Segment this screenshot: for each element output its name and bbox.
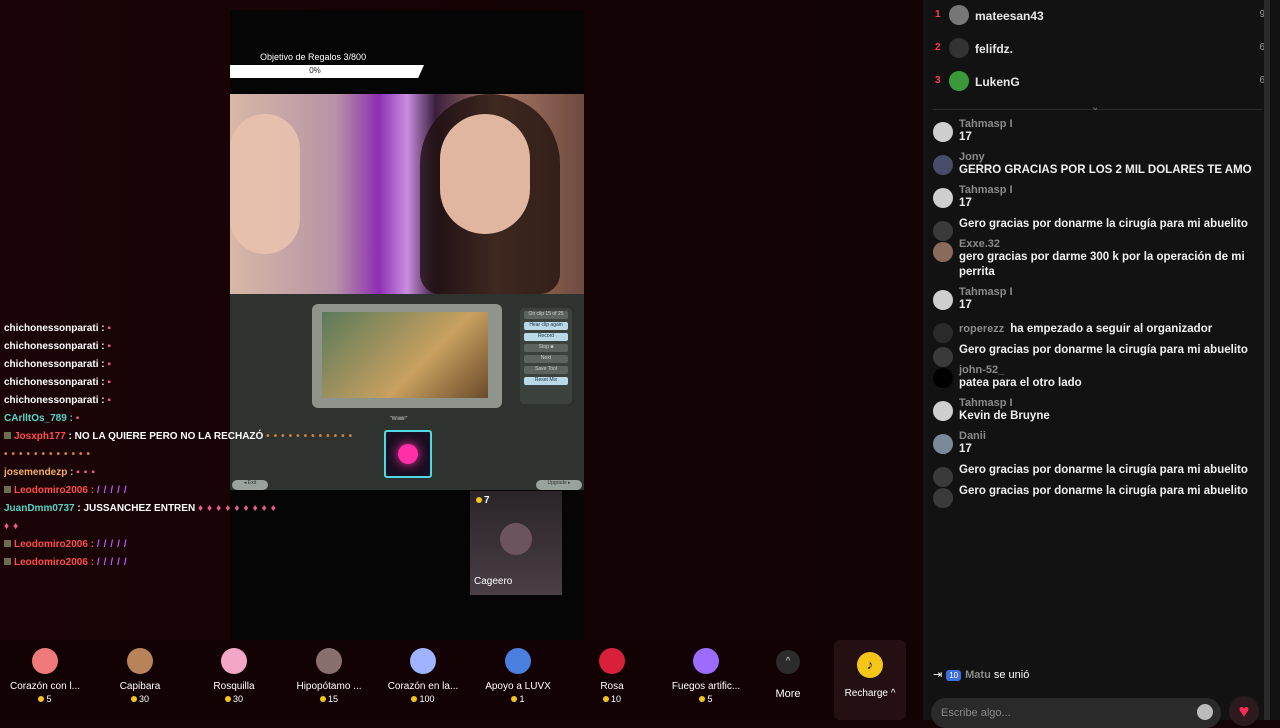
follow-icon [933,323,953,343]
chat-message: Gero gracias por donarme la cirugía para… [931,217,1276,241]
tiktok-coin-icon: ♪ [857,652,883,678]
person-right [440,114,530,234]
gift-icon [599,648,625,674]
gift-item[interactable]: Fuegos artific... 5 [661,648,751,704]
gift-item[interactable]: Capibara 30 [95,648,185,704]
overlay-chat-row: chichonessonparati : ▪ [4,323,115,334]
avatar [933,488,953,508]
heart-icon[interactable]: ♥ [1229,696,1259,726]
chat-message: Gero gracias por donarme la cirugía para… [931,343,1276,367]
avatar [933,401,953,421]
join-notice: ⇥ 10 Matu se unió [933,669,1030,681]
overlay-chat: chichonessonparati : ▪ chichonessonparat… [4,320,364,572]
overlay-chat-row: Leodomiro2006 : ///// [4,554,364,572]
gift-icon [127,648,153,674]
overlay-chat-row: ♦♦ [4,521,23,532]
gift-item[interactable]: Rosquilla 30 [189,648,279,704]
avatar [933,290,953,310]
emoji-icon[interactable] [1197,704,1213,720]
gift-goal-title: Objetivo de Regalos 3/800 [260,52,367,62]
game-clip-counter: On clip 15 of 25 [524,311,568,319]
chevron-down-icon[interactable]: ⌄ [1091,102,1099,113]
chat-message: Gero gracias por donarme la cirugía para… [931,484,1276,508]
game-control-panel: On clip 15 of 25 Hear clip again Record … [520,308,572,404]
game-wave-label: "Wiiiiiii!" [390,416,408,422]
avatar [933,242,953,262]
avatar [949,5,969,25]
ranking-row[interactable]: 3 LukenG 6 [935,69,1265,93]
chevron-up-icon: ^ [776,650,800,674]
chat-message: john-52_ patea para el otro lado [931,364,1276,391]
gift-item[interactable]: Corazón con l... 5 [0,648,90,704]
game-upgrade-button: Upgrade ▸ [536,480,582,490]
avatar [933,434,953,454]
cohost-avatar [500,523,532,555]
chat-message: Danii 17 [931,430,1276,457]
coin-icon [476,497,482,503]
avatar [933,188,953,208]
chat-list: Tahmasp I 17 Jony GERRO GRACIAS POR LOS 2 … [931,118,1276,688]
chat-sidebar: 1 mateesan43 9 2 felifdz. 6 3 LukenG 6 ⌄ Tahma… [923,0,1280,728]
webcam-feed [230,94,584,294]
gift-item[interactable]: Corazón en la... 100 [378,648,468,704]
chat-message: Exxe.32 gero gracias por darme 300 k por … [931,238,1276,280]
overlay-chat-row: CArlltOs_789 : ▪ [4,413,84,424]
ranking-row[interactable]: 2 felifdz. 6 [935,36,1265,60]
level-badge: 10 [946,670,962,681]
game-stop-button: Stop ■ [524,344,568,352]
game-record-button: Record [524,333,568,341]
more-gifts-button[interactable]: ^ More [772,650,804,700]
gift-icon [32,648,58,674]
gift-icon [316,648,342,674]
stream-area: Objetivo de Regalos 3/800 0% On clip 15 … [0,0,920,640]
game-waveform [384,430,432,478]
recharge-button[interactable]: ♪ Recharge ^ [834,640,906,720]
cohost-tile[interactable]: 7 Cageero [470,491,562,595]
gift-bar: Corazón con l... 5 Capibara 30 Rosquilla 30… [0,640,920,720]
cohost-coins: 7 [476,495,490,506]
chat-message: Jony GERRO GRACIAS POR LOS 2 MIL DOLARES … [931,151,1276,178]
overlay-chat-row: JuanDmm0737 : JUSSANCHEZ ENTREN ♦♦♦♦♦♦♦♦… [4,503,280,514]
game-save-button: Save Tool [524,366,568,374]
gift-icon [221,648,247,674]
game-next-button: Next [524,355,568,363]
chat-message: Tahmasp I 17 [931,286,1276,313]
gift-item[interactable]: Apoyo a LUVX 1 [473,648,563,704]
gift-item[interactable]: Hipopótamo ... 15 [284,648,374,704]
overlay-chat-row: •••••••••••• [4,449,95,460]
overlay-chat-row: chichonessonparati : ▪ [4,341,115,352]
ranking-row[interactable]: 1 mateesan43 9 [935,3,1265,27]
cohost-name: Cageero [474,576,513,587]
gift-icon [693,648,719,674]
chat-message: Gero gracias por donarme la cirugía para… [931,463,1276,487]
gift-goal-percent: 0% [309,66,321,75]
gift-icon [410,648,436,674]
gift-item[interactable]: Rosa 10 [567,648,657,704]
scrollbar[interactable] [1264,0,1270,720]
gift-icon [505,648,531,674]
join-icon: ⇥ [933,669,943,681]
avatar [949,71,969,91]
person-left [230,114,300,254]
overlay-chat-row: Josxph177 : NO LA QUIERE PERO NO LA RECH… [4,428,364,446]
chat-message: roperezz ha empezado a seguir al organiza… [931,319,1276,343]
overlay-chat-row: Leodomiro2006 : ///// [4,482,364,500]
chat-message: Tahmasp I Kevin de Bruyne [931,397,1276,424]
avatar [933,155,953,175]
avatar [933,122,953,142]
chat-message: Tahmasp I 17 [931,184,1276,211]
overlay-chat-row: chichonessonparati : ▪ [4,377,115,388]
chat-input-placeholder: Escribe algo... [941,707,1011,719]
chat-message: Tahmasp I 17 [931,118,1276,145]
overlay-chat-row: Leodomiro2006 : ///// [4,536,364,554]
overlay-chat-row: josemendezp : ▪▪▪ [4,467,99,478]
overlay-chat-row: chichonessonparati : ▪ [4,359,115,370]
overlay-chat-row: chichonessonparati : ▪ [4,395,115,406]
avatar [933,368,953,388]
avatar [949,38,969,58]
game-hear-clip-button: Hear clip again [524,322,568,330]
chat-input[interactable]: Escribe algo... [931,698,1221,728]
game-reset-button: Reset Mix [524,377,568,385]
